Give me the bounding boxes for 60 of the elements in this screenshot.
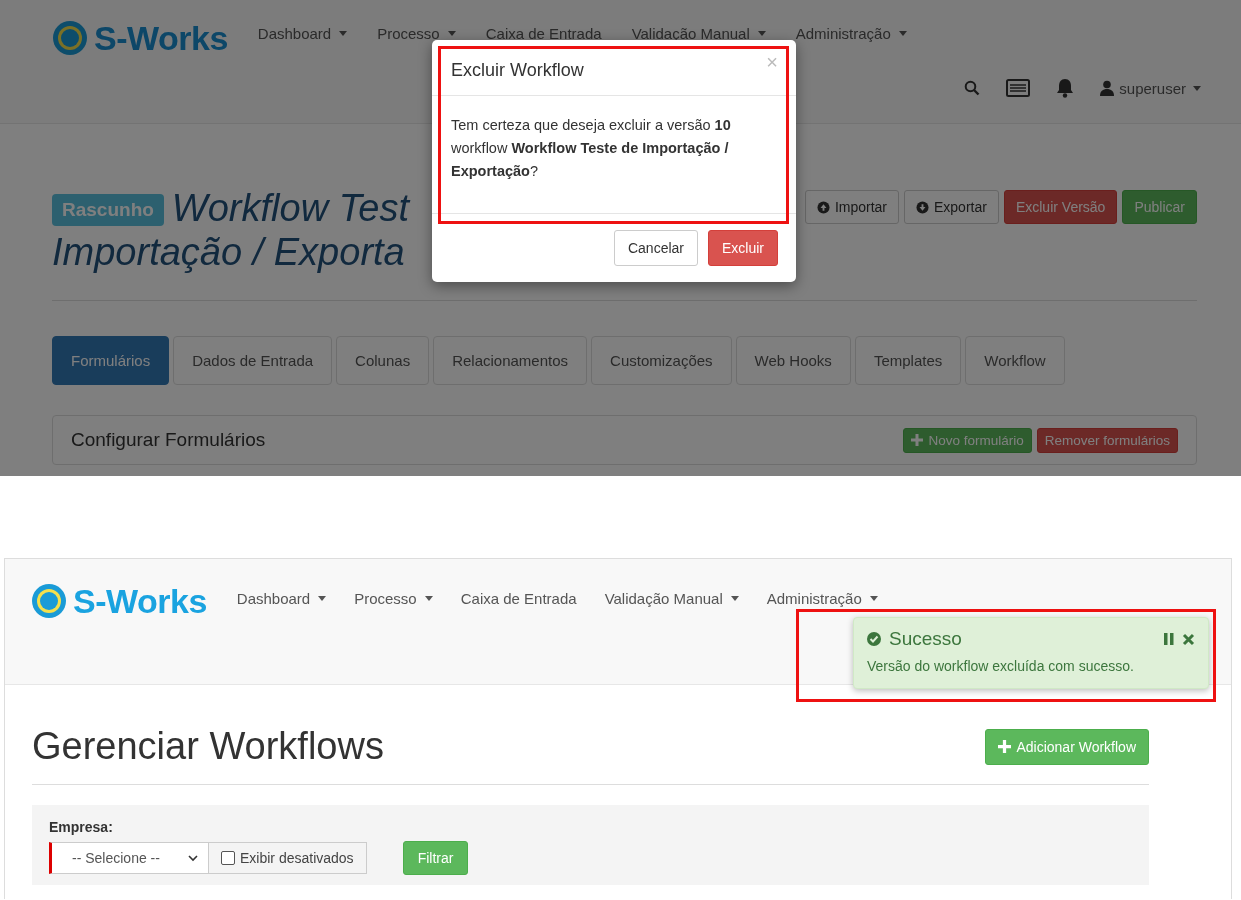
checkbox-field[interactable]: Exibir desativados <box>209 842 367 874</box>
modal-title: Excluir Workflow <box>451 60 584 81</box>
check-circle-icon <box>867 632 881 646</box>
download-icon <box>916 200 929 214</box>
page-title: Importação / Exporta <box>52 230 406 274</box>
user-menu[interactable]: superuser <box>1100 79 1201 97</box>
brand-name[interactable]: S-Works <box>73 581 207 621</box>
nav-menu-item[interactable]: Processo <box>377 24 456 42</box>
field-label: Empresa: <box>49 819 114 835</box>
action-button[interactable]: Excluir Versão <box>1003 190 1118 224</box>
plus-icon <box>911 434 924 446</box>
dialog-button[interactable]: Excluir <box>708 230 778 266</box>
logo-icon <box>52 20 88 56</box>
bell-icon[interactable] <box>1056 78 1075 98</box>
search-icon[interactable] <box>964 80 981 96</box>
panel-button[interactable]: Remover formulários <box>1036 427 1178 453</box>
tab[interactable]: Formulários <box>52 336 170 385</box>
user-icon <box>1100 80 1115 96</box>
action-button[interactable]: Importar <box>804 190 899 224</box>
nav-menu-item[interactable]: Validação Manual <box>604 589 739 607</box>
tab[interactable]: Relacionamentos <box>433 336 588 385</box>
chevron-down-icon <box>188 854 198 862</box>
logo-icon <box>31 583 67 619</box>
brand-name[interactable]: S-Works <box>94 18 228 58</box>
action-button[interactable]: Publicar <box>1122 190 1197 224</box>
nav-menu-item[interactable]: Administração <box>766 589 878 607</box>
close-icon[interactable] <box>1182 632 1195 646</box>
confirmation-message: Tem certeza que deseja excluir a versão 10 workflow Workflow Teste de Importação / Exportação? <box>451 117 731 179</box>
caret-icon <box>1193 85 1201 91</box>
nav-menu-item[interactable]: Caixa de Entrada <box>485 24 602 42</box>
tab[interactable]: Templates <box>854 336 962 385</box>
company-select[interactable]: -- Selecione -- <box>49 842 209 874</box>
tab[interactable]: Workflow <box>965 336 1065 385</box>
add-workflow-button[interactable]: Adicionar Workflow <box>985 728 1149 765</box>
tab[interactable]: Dados de Entrada <box>173 336 333 385</box>
tab[interactable]: Customizações <box>591 336 732 385</box>
upload-icon <box>816 200 830 214</box>
dialog-button[interactable]: Cancelar <box>613 230 698 266</box>
status-badge: Rascunho <box>52 194 164 226</box>
toast-message: Versão do workflow excluída com sucesso. <box>867 658 1135 674</box>
nav-menu-item[interactable]: Dashboard <box>236 589 327 607</box>
page-title: Workflow Test <box>171 186 410 230</box>
nav-menu-item[interactable]: Processo <box>354 589 433 607</box>
tab[interactable]: Web Hooks <box>735 336 851 385</box>
nav-menu-item[interactable]: Caixa de Entrada <box>460 589 577 607</box>
action-button[interactable]: Exportar <box>904 190 999 224</box>
panel-button[interactable]: Novo formulário <box>903 427 1032 453</box>
checkbox[interactable] <box>221 851 235 865</box>
list-icon[interactable] <box>1006 79 1031 97</box>
toast-title: Sucesso <box>889 628 962 650</box>
page-title: Gerenciar Workflows <box>32 725 384 768</box>
nav-menu-item[interactable]: Dashboard <box>257 24 348 42</box>
nav-menu-item[interactable]: Administração <box>795 24 907 42</box>
tab[interactable]: Colunas <box>336 336 430 385</box>
nav-menu-item[interactable]: Validação Manual <box>631 24 766 42</box>
filter-button[interactable]: Filtrar <box>402 841 469 875</box>
close-button[interactable]: × <box>766 52 778 72</box>
plus-icon <box>998 740 1012 753</box>
panel-title: Configurar Formulários <box>71 429 266 451</box>
pause-icon[interactable] <box>1164 633 1174 645</box>
